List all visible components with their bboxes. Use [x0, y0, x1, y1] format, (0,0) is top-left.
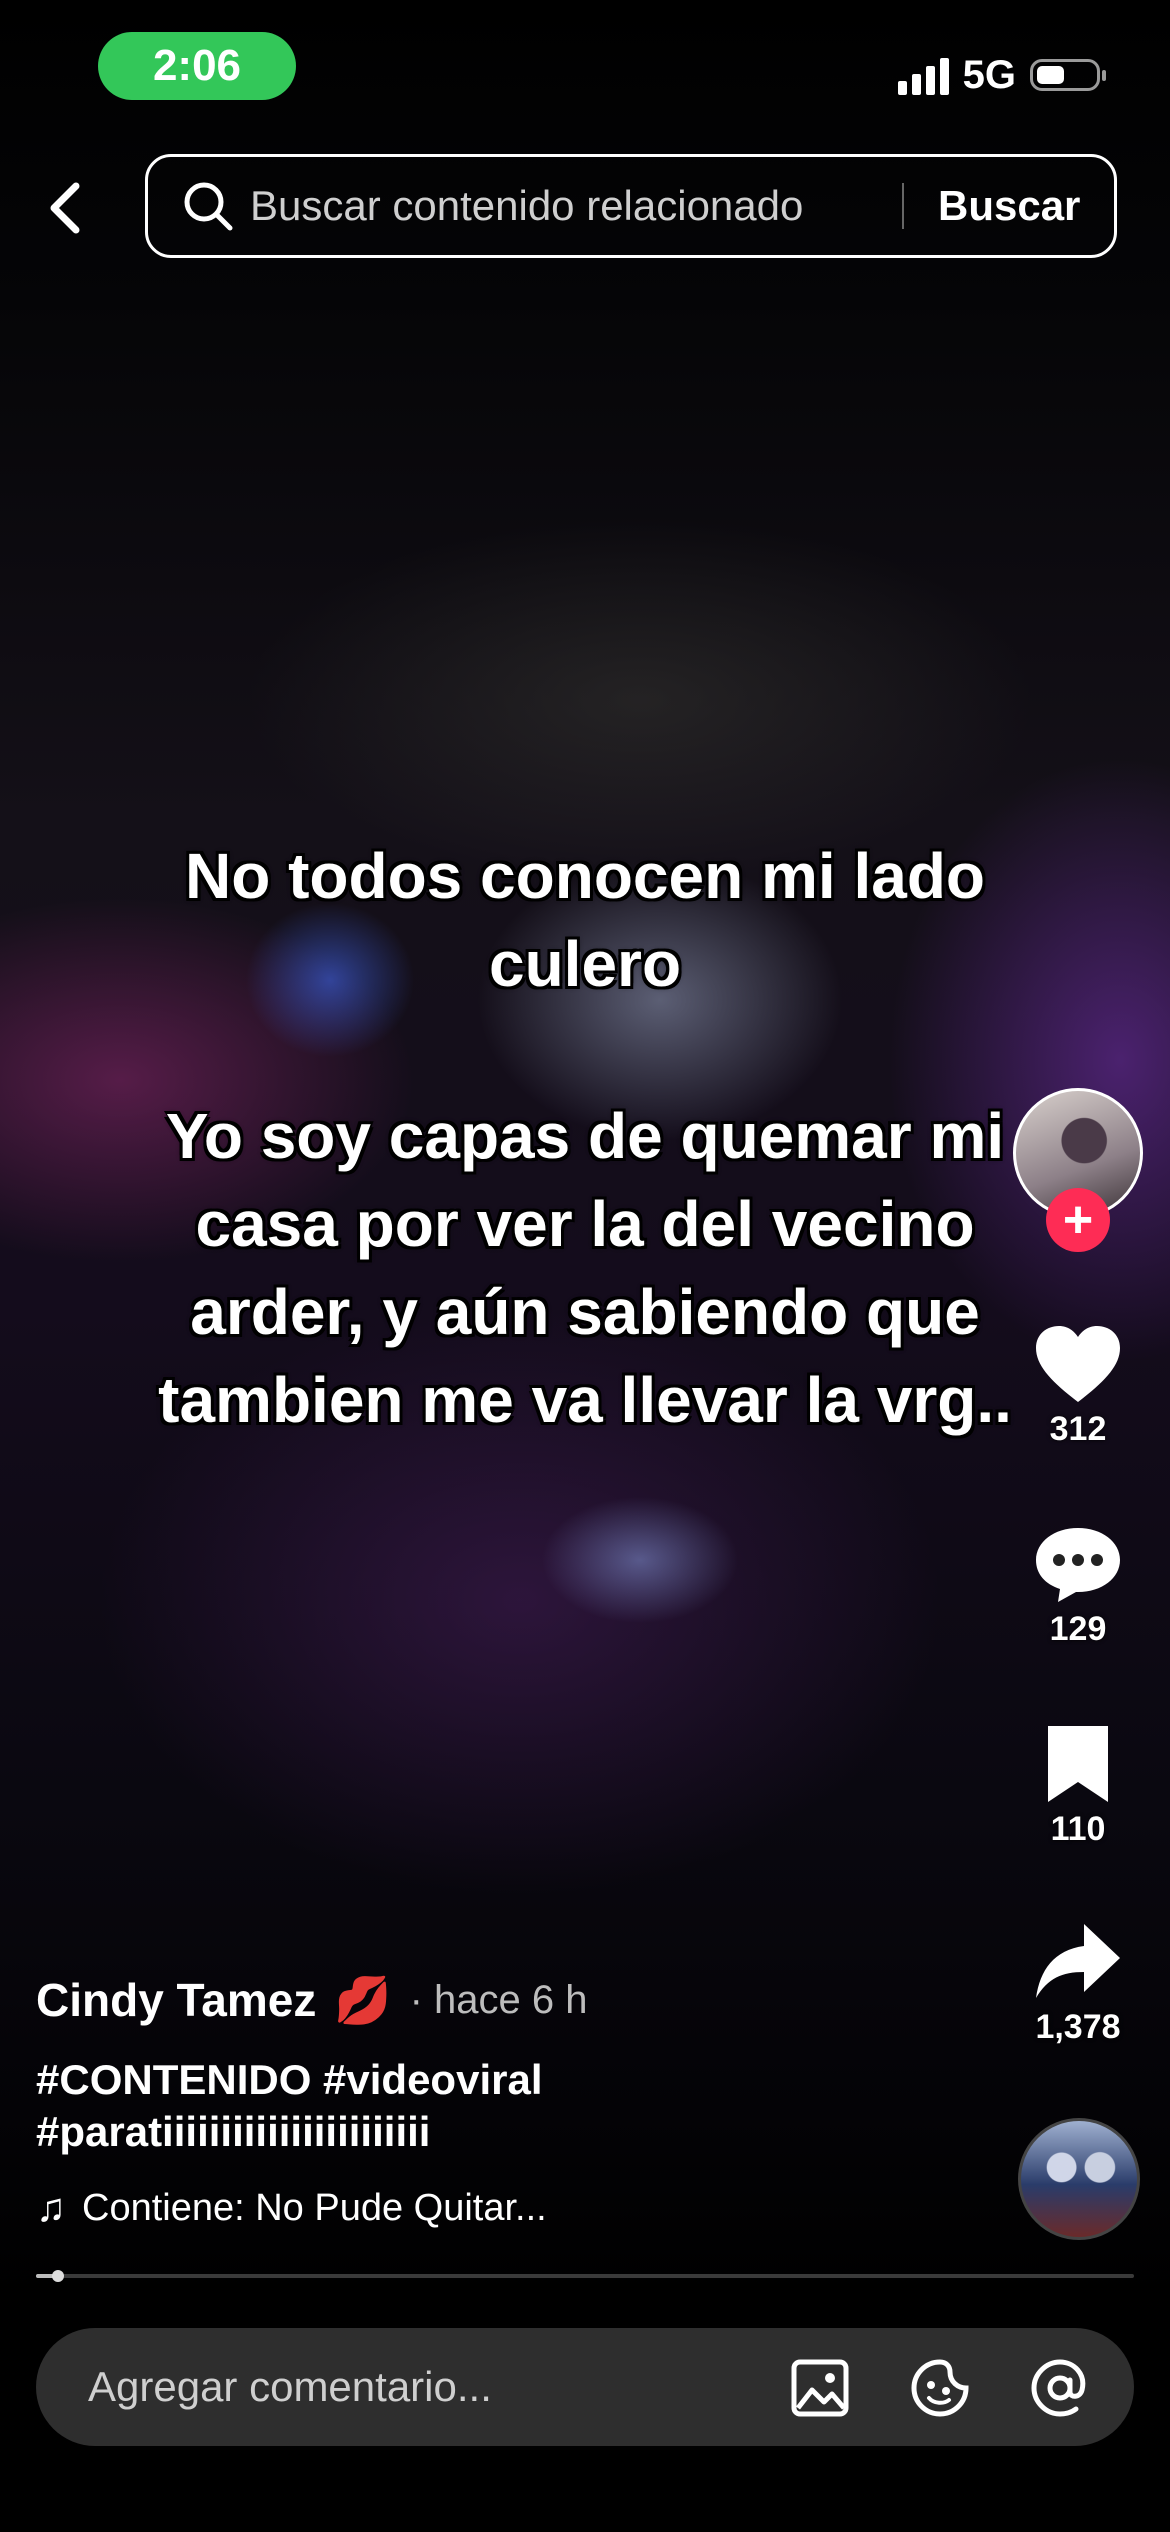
- post-hashtags[interactable]: #CONTENIDO #videoviral #paratiiiiiiiiiii…: [36, 2054, 836, 2158]
- image-icon[interactable]: [790, 2358, 850, 2418]
- signal-icon: [897, 55, 949, 95]
- emoji-sticker-icon[interactable]: [910, 2358, 970, 2418]
- comment-input[interactable]: [88, 2363, 768, 2411]
- video-caption-line1: No todos conocen mi lado culero: [184, 840, 986, 1000]
- video-caption-line2: Yo soy capas de quemar mi casa por ver l…: [158, 1100, 1012, 1436]
- bookmark-icon: [1048, 1726, 1108, 1802]
- like-button[interactable]: 312: [1028, 1322, 1128, 1449]
- author-emoji: 💋: [334, 1973, 392, 2026]
- share-button[interactable]: 1,378: [1028, 1920, 1128, 2047]
- save-button[interactable]: 110: [1028, 1722, 1128, 1849]
- search-icon: [184, 182, 233, 231]
- mention-icon[interactable]: [1030, 2358, 1090, 2418]
- progress-knob[interactable]: [51, 2270, 64, 2282]
- music-title: Contiene: No Pude Quitar...: [82, 2187, 547, 2229]
- status-indicators: 5G: [897, 48, 1106, 102]
- author-row: Cindy Tamez 💋 · hace 6 h: [36, 1968, 587, 2032]
- search-bar[interactable]: Buscar: [145, 154, 1117, 258]
- music-disc[interactable]: [1018, 2118, 1140, 2240]
- follow-button[interactable]: +: [1046, 1188, 1110, 1252]
- network-label: 5G: [962, 52, 1016, 97]
- comment-icon: [1036, 1528, 1120, 1602]
- status-time: 2:06: [98, 32, 296, 100]
- video-progress-bar[interactable]: [36, 2270, 1134, 2282]
- music-note-icon: ♫: [36, 2186, 66, 2230]
- heart-icon: [1036, 1326, 1120, 1402]
- search-divider: [902, 183, 904, 229]
- back-icon: [50, 182, 80, 234]
- comment-count: 129: [1049, 1610, 1107, 1648]
- back-button[interactable]: [40, 172, 92, 242]
- search-input[interactable]: [250, 182, 890, 230]
- save-count: 110: [1050, 1810, 1106, 1848]
- comment-bar: [36, 2328, 1134, 2446]
- comment-button[interactable]: 129: [1028, 1522, 1128, 1649]
- music-row[interactable]: ♫ Contiene: No Pude Quitar...: [36, 2186, 547, 2231]
- share-icon: [1036, 1924, 1120, 1998]
- author-name[interactable]: Cindy Tamez: [36, 1973, 316, 2027]
- battery-icon: [1030, 59, 1106, 91]
- search-button[interactable]: Buscar: [938, 182, 1080, 230]
- share-count: 1,378: [1035, 2008, 1121, 2046]
- like-count: 312: [1049, 1410, 1107, 1448]
- post-time: · hace 6 h: [409, 1977, 588, 2022]
